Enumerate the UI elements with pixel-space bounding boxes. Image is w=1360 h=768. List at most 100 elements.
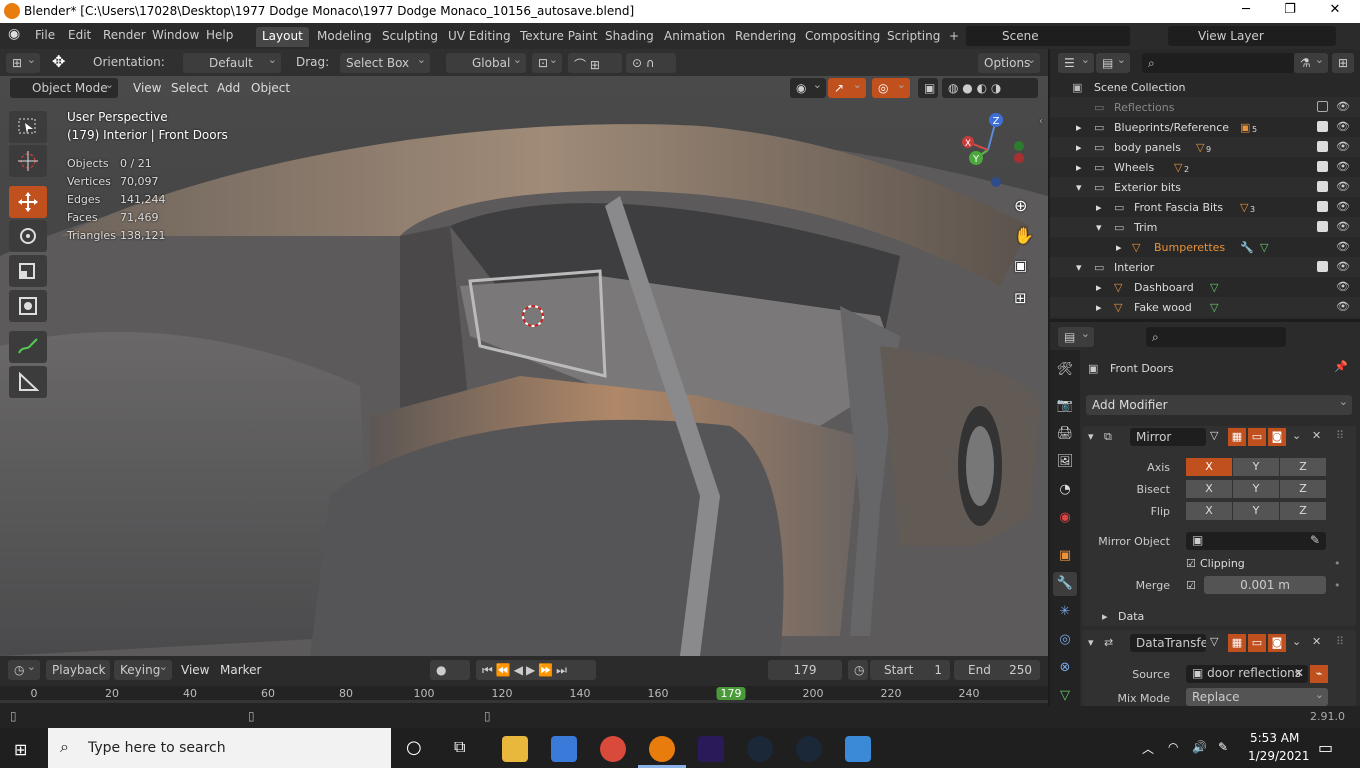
orientation-dropdown[interactable]: Default	[183, 53, 281, 73]
clock-time[interactable]: 5:53 AM	[1250, 731, 1299, 745]
mirror-object-field[interactable]: ▣ ✎	[1186, 532, 1326, 550]
cage-toggle-icon[interactable]: ▦	[1228, 634, 1246, 652]
datatransfer-modifier-name[interactable]: DataTransfer	[1130, 634, 1206, 652]
chrome-icon[interactable]	[600, 736, 626, 762]
output-tab-icon[interactable]: 🖨	[1053, 422, 1077, 446]
render-toggle-icon[interactable]: ◙	[1268, 428, 1286, 446]
cage-toggle-icon[interactable]: ▦	[1228, 428, 1246, 446]
navigation-gizmo[interactable]: Z Y X	[958, 108, 1038, 190]
drag-handle-icon[interactable]: ⠿	[1336, 635, 1344, 648]
constraints-tab-icon[interactable]: ⊗	[1053, 656, 1077, 680]
orthographic-grid-icon[interactable]: ⊞	[1014, 289, 1027, 307]
microsoft-store-icon[interactable]	[551, 736, 577, 762]
end-frame-field[interactable]: End 250	[954, 660, 1040, 680]
mode-dropdown[interactable]: Object Mode	[10, 78, 118, 98]
particles-tab-icon[interactable]: ✳	[1053, 600, 1077, 624]
drag-handle-icon[interactable]: ⠿	[1336, 429, 1344, 442]
keyframe-dot[interactable]: •	[1334, 557, 1341, 570]
tab-sculpting[interactable]: Sculpting	[376, 27, 444, 47]
close-icon[interactable]: ✕	[1325, 2, 1345, 17]
overlays-toggle-icon[interactable]: ◎	[872, 78, 910, 98]
show-hidden-icons[interactable]: ︿	[1142, 740, 1154, 757]
outliner-row-reflections[interactable]: ▭ Reflections 👁	[1050, 97, 1360, 117]
bisect-z-toggle[interactable]: Z	[1280, 480, 1326, 498]
snap-icon[interactable]: ⌒ ⊞	[568, 53, 622, 73]
cortana-icon[interactable]: ○	[406, 737, 422, 758]
flip-x-toggle[interactable]: X	[1186, 502, 1232, 520]
outliner-row-body-panels[interactable]: ▸ ▭ body panels ▽ 9 👁	[1050, 137, 1360, 157]
bisect-x-toggle[interactable]: X	[1186, 480, 1232, 498]
source-object-field[interactable]: ▣ door reflections ✕	[1186, 665, 1308, 683]
tab-shading[interactable]: Shading	[599, 27, 660, 47]
outliner-row-fake-wood[interactable]: ▸ ▽ Fake wood ▽ 👁	[1050, 297, 1360, 317]
current-frame-marker[interactable]: 179	[716, 687, 746, 700]
view-layer-selector[interactable]: View Layer	[1168, 26, 1336, 46]
auto-keying-icon[interactable]: ●	[430, 660, 470, 680]
start-frame-field[interactable]: Start 1	[870, 660, 950, 680]
axis-x-toggle[interactable]: X	[1186, 458, 1232, 476]
steam-icon[interactable]	[796, 736, 822, 762]
edit-mode-icon[interactable]: ▽	[1210, 429, 1218, 442]
3d-viewport[interactable]	[0, 76, 1048, 656]
visibility-icon[interactable]: ◉	[790, 78, 826, 98]
physics-tab-icon[interactable]: ◎	[1053, 628, 1077, 652]
task-view-icon[interactable]: ⧉	[454, 737, 465, 757]
photos-icon[interactable]	[845, 736, 871, 762]
zoom-icon[interactable]: ⊕	[1014, 196, 1027, 215]
pin-icon[interactable]: 📌	[1334, 360, 1348, 373]
clipping-checkbox[interactable]: ☑	[1186, 557, 1196, 570]
timeline-marker-menu[interactable]: Marker	[220, 663, 261, 677]
scene-tab-icon[interactable]: ◔	[1053, 478, 1077, 502]
modifier-menu-icon[interactable]: ⌄	[1292, 635, 1301, 648]
flip-y-toggle[interactable]: Y	[1233, 502, 1279, 520]
keyframe-dot[interactable]: •	[1334, 579, 1341, 592]
network-icon[interactable]: ◠	[1168, 740, 1178, 754]
steam-icon[interactable]	[747, 736, 773, 762]
playback-menu[interactable]: Playback	[46, 660, 110, 680]
outliner-row-front-fascia[interactable]: ▸ ▭ Front Fascia Bits ▽ 3 👁	[1050, 197, 1360, 217]
tab-scripting[interactable]: Scripting	[881, 27, 946, 47]
pan-hand-icon[interactable]: ✋	[1014, 226, 1034, 245]
mix-mode-dropdown[interactable]: Replace	[1186, 688, 1328, 706]
outliner-row-bumperettes[interactable]: ▸ ▽ Bumperettes 🔧 ▽ 👁	[1050, 237, 1360, 257]
outliner-row-trim[interactable]: ▾ ▭ Trim 👁	[1050, 217, 1360, 237]
taskbar-search-input[interactable]: ⌕ Type here to search	[48, 728, 391, 768]
scene-selector[interactable]: Scene	[966, 26, 1130, 46]
tab-uv-editing[interactable]: UV Editing	[442, 27, 517, 47]
world-tab-icon[interactable]: ◉	[1053, 506, 1077, 530]
preview-range-icon[interactable]: ◷	[848, 660, 868, 680]
data-subpanel-label[interactable]: Data	[1118, 610, 1144, 623]
outliner-scene-collection[interactable]: ▣ Scene Collection	[1050, 77, 1360, 97]
outliner-row-blueprints[interactable]: ▸ ▭ Blueprints/Reference ▣ 5 👁	[1050, 117, 1360, 137]
outliner-filter-icon[interactable]: ⚗	[1294, 53, 1328, 73]
timeline-editor-type[interactable]: ◷	[8, 660, 40, 680]
rotate-tool[interactable]	[9, 220, 47, 252]
blender-menu-icon[interactable]: ◉	[8, 26, 20, 42]
clock-date[interactable]: 1/29/2021	[1248, 749, 1310, 763]
mirror-modifier-name[interactable]: Mirror	[1130, 428, 1206, 446]
xray-icon[interactable]: ▣	[918, 78, 938, 98]
render-tab-icon[interactable]: 📷	[1053, 394, 1077, 418]
blender-taskbar-icon[interactable]	[649, 736, 675, 762]
add-modifier-dropdown[interactable]: Add Modifier	[1086, 395, 1352, 415]
remove-modifier-icon[interactable]: ✕	[1312, 429, 1321, 442]
tab-animation[interactable]: Animation	[658, 27, 731, 47]
editor-type-selector[interactable]: ⊞	[6, 53, 40, 73]
edit-mode-icon[interactable]: ▽	[1210, 635, 1218, 648]
axis-z-toggle[interactable]: Z	[1280, 458, 1326, 476]
gizmo-toggle-icon[interactable]: ↗	[828, 78, 866, 98]
drag-dropdown[interactable]: Select Box	[340, 53, 430, 73]
menu-render[interactable]: Render	[103, 28, 146, 42]
playback-controls[interactable]: ⏮⏪◀▶⏩⏭	[476, 660, 596, 680]
tool-tab-icon[interactable]: 🛠	[1053, 358, 1077, 382]
collapse-icon[interactable]: ▾	[1088, 636, 1094, 649]
merge-checkbox[interactable]: ☑	[1186, 579, 1196, 592]
minimize-icon[interactable]: ─	[1236, 2, 1256, 17]
current-frame-field[interactable]: 179	[768, 660, 842, 680]
transform-orientation-dropdown[interactable]: Global	[446, 53, 526, 73]
collapse-icon[interactable]: ▾	[1088, 430, 1094, 443]
new-collection-icon[interactable]: ⊞	[1332, 53, 1354, 73]
tab-texture-paint[interactable]: Texture Paint	[514, 27, 603, 47]
transform-tool[interactable]	[9, 290, 47, 322]
render-toggle-icon[interactable]: ◙	[1268, 634, 1286, 652]
